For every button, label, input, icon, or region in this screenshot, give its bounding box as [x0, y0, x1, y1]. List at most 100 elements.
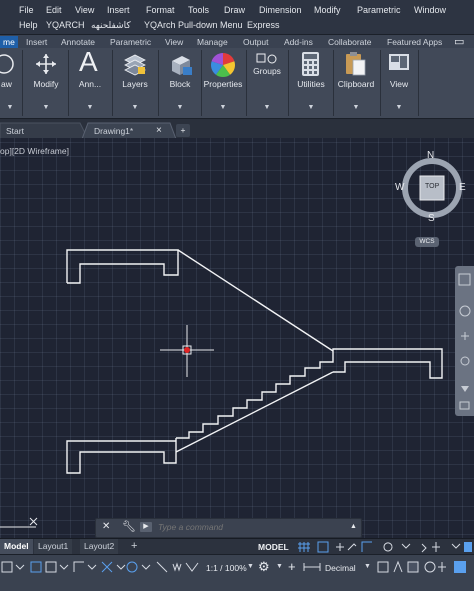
chevron-down-icon: ▼	[86, 104, 94, 111]
new-tab-button[interactable]: +	[176, 124, 190, 137]
separator	[112, 50, 113, 116]
separator	[418, 50, 419, 116]
chevron-down-icon[interactable]: ▼	[364, 563, 371, 570]
close-icon[interactable]: ✕	[102, 521, 110, 532]
groups-button[interactable]: Groups ▼	[248, 48, 286, 118]
tab-insert[interactable]: Insert	[26, 37, 47, 47]
tab-layout2[interactable]: Layout2	[80, 539, 119, 554]
menu-yqarch[interactable]: YQARCH	[46, 20, 85, 30]
tab-addins[interactable]: Add-ins	[284, 37, 313, 47]
gear-icon[interactable]: ⚙	[258, 559, 270, 575]
move-icon	[36, 54, 56, 74]
viewport-icon	[389, 54, 409, 70]
compass-east[interactable]: E	[459, 182, 466, 193]
stair-steps	[176, 351, 334, 439]
utilities-label: Utilities	[297, 79, 325, 89]
close-tab-icon[interactable]: ×	[150, 123, 162, 139]
tab-manage[interactable]: Manage	[197, 37, 228, 47]
compass-north[interactable]: N	[427, 150, 434, 161]
ucs-icon	[0, 517, 38, 528]
tab-start[interactable]: Start	[0, 123, 24, 139]
crosshair-cursor	[160, 325, 214, 377]
viewcube[interactable]: TOP N S E W WCS	[395, 150, 469, 251]
menu-dimension[interactable]: Dimension	[259, 5, 302, 15]
plus-icon[interactable]: +	[288, 559, 296, 574]
view-button[interactable]: View ▼	[382, 48, 416, 118]
chevron-down-icon: ▼	[42, 104, 50, 111]
command-input[interactable]	[158, 520, 338, 534]
menu-file[interactable]: File	[19, 5, 34, 15]
menu-arabic[interactable]: كاشفلحنهه	[91, 20, 131, 31]
tab-model[interactable]: Model	[0, 539, 33, 554]
lower-slab	[66, 438, 177, 474]
menu-help[interactable]: Help	[19, 20, 38, 30]
properties-button[interactable]: Properties ▼	[202, 48, 244, 118]
chevron-up-icon[interactable]: ▲	[350, 523, 357, 530]
utilities-button[interactable]: Utilities ▼	[290, 48, 332, 118]
status-bar: 1:1 / 100% ▼ ⚙ ▼ + Decimal ▼	[0, 554, 474, 591]
status-right-icons	[377, 560, 466, 573]
tab-home[interactable]: me	[0, 36, 18, 48]
menu-draw[interactable]: Draw	[224, 5, 245, 15]
block-button[interactable]: Block ▼	[160, 48, 200, 118]
text-icon: A	[79, 46, 98, 77]
menu-format[interactable]: Format	[146, 5, 175, 15]
separator	[288, 50, 289, 116]
circle-icon	[0, 54, 14, 74]
model-space-button[interactable]: MODEL	[258, 540, 289, 554]
annotation-scale[interactable]: 1:1 / 100%	[206, 563, 247, 573]
tab-view[interactable]: View	[165, 37, 183, 47]
draw-button[interactable]: aw ▼	[0, 48, 20, 118]
menu-view[interactable]: View	[75, 5, 94, 15]
tab-output[interactable]: Output	[243, 37, 269, 47]
stair-soffit-line	[177, 249, 334, 352]
chevron-down-icon[interactable]: ▼	[247, 563, 254, 570]
tab-drawing1[interactable]: Drawing1*	[88, 123, 133, 139]
command-history-icon[interactable]: ▶	[140, 522, 152, 532]
menu-insert[interactable]: Insert	[107, 5, 130, 15]
ribbon-options-icon[interactable]: ▭	[454, 35, 464, 48]
units-value[interactable]: Decimal	[325, 563, 356, 573]
tab-featured-apps[interactable]: Featured Apps	[387, 37, 442, 47]
chevron-down-icon: ▼	[6, 104, 14, 111]
block-icon	[172, 56, 192, 75]
menu-parametric[interactable]: Parametric	[357, 5, 401, 15]
paste-icon	[346, 52, 366, 76]
tab-parametric[interactable]: Parametric	[110, 37, 151, 47]
layout-tab-bar: Model Layout1 Layout2 + MODEL	[0, 538, 474, 555]
menu-tools[interactable]: Tools	[188, 5, 209, 15]
chevron-down-icon: ▼	[131, 104, 139, 111]
tab-collaborate[interactable]: Collaborate	[328, 37, 371, 47]
navigation-bar	[455, 266, 474, 416]
wcs-menu-button[interactable]: WCS	[415, 237, 439, 247]
separator	[68, 50, 69, 116]
compass-west[interactable]: W	[395, 182, 404, 193]
modify-button[interactable]: Modify ▼	[26, 48, 66, 118]
file-tab-bar: Start Drawing1* × +	[0, 118, 474, 139]
annotation-button[interactable]: A Ann... ▼	[70, 46, 110, 118]
menu-yqarch-pulldown[interactable]: YQArch Pull-down Menu	[144, 20, 243, 30]
wrench-icon[interactable]: 🔧︎	[122, 520, 136, 533]
menu-modify[interactable]: Modify	[314, 5, 341, 15]
chevron-down-icon[interactable]: ▼	[276, 563, 283, 570]
drawing-canvas[interactable]: op][2D Wireframe] TOP N S E W WCS	[0, 138, 474, 538]
menu-edit[interactable]: Edit	[46, 5, 62, 15]
viewcube-top-face[interactable]: TOP	[425, 183, 439, 190]
properties-label: Properties	[203, 79, 243, 89]
upper-slab	[66, 249, 179, 284]
separator	[22, 50, 23, 116]
separator	[246, 50, 247, 116]
compass-south[interactable]: S	[428, 213, 435, 224]
add-layout-button[interactable]: +	[127, 539, 141, 554]
tab-layout1[interactable]: Layout1	[34, 539, 73, 554]
layers-button[interactable]: Layers ▼	[114, 48, 156, 118]
clipboard-button[interactable]: Clipboard ▼	[334, 48, 378, 118]
drafting-toggles	[298, 541, 472, 553]
nav-tools-icons	[458, 273, 471, 410]
modify-label: Modify	[33, 79, 59, 89]
block-label: Block	[169, 79, 191, 89]
menu-express[interactable]: Express	[247, 20, 280, 30]
chevron-down-icon: ▼	[263, 104, 271, 111]
menu-window[interactable]: Window	[414, 5, 446, 15]
layers-label: Layers	[122, 79, 148, 89]
